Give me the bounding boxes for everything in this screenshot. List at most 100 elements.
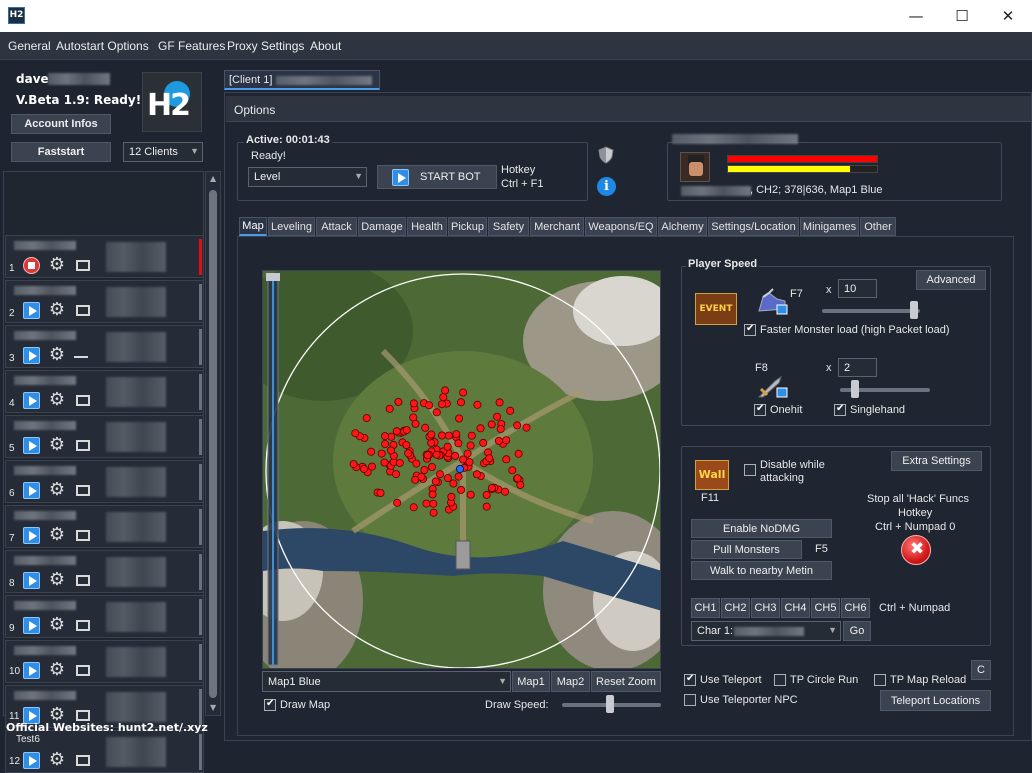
mode-select[interactable]: Level ▼ bbox=[248, 167, 367, 187]
menu-proxy-settings[interactable]: Proxy Settings bbox=[227, 39, 304, 53]
scroll-up-icon[interactable]: ▲ bbox=[210, 174, 216, 183]
gear-icon[interactable]: ⚙ bbox=[48, 301, 66, 319]
draw-map-checkbox[interactable] bbox=[264, 698, 276, 714]
onehit-checkbox[interactable] bbox=[754, 403, 766, 419]
tab-pickup[interactable]: Pickup bbox=[448, 217, 487, 236]
minimize-window-icon[interactable] bbox=[74, 356, 88, 358]
reset-zoom-button[interactable]: Reset Zoom bbox=[591, 671, 661, 692]
walk-metin-button[interactable]: Walk to nearby Metin bbox=[691, 561, 832, 580]
play-icon[interactable] bbox=[23, 482, 40, 499]
tab-other[interactable]: Other bbox=[860, 217, 896, 236]
speed1-slider-thumb[interactable] bbox=[910, 301, 918, 319]
channel-ch2-button[interactable]: CH2 bbox=[721, 598, 750, 618]
client-row[interactable]: 3 ⚙ bbox=[5, 325, 204, 368]
channel-ch4-button[interactable]: CH4 bbox=[781, 598, 810, 618]
play-icon[interactable] bbox=[23, 662, 40, 679]
play-icon[interactable] bbox=[23, 617, 40, 634]
play-icon[interactable] bbox=[23, 572, 40, 589]
tab-merchant[interactable]: Merchant bbox=[530, 217, 584, 236]
tab-minigames[interactable]: Minigames bbox=[800, 217, 859, 236]
c-button[interactable]: C bbox=[971, 660, 991, 680]
window-icon[interactable] bbox=[76, 305, 90, 316]
client-row[interactable]: 9 ⚙ bbox=[5, 595, 204, 638]
minimize-button[interactable]: — bbox=[893, 2, 939, 30]
tab-safety[interactable]: Safety bbox=[488, 217, 529, 236]
play-icon[interactable] bbox=[23, 437, 40, 454]
speed2-input[interactable]: 2 bbox=[838, 358, 877, 377]
play-icon[interactable] bbox=[23, 347, 40, 364]
window-icon[interactable] bbox=[76, 395, 90, 406]
window-icon[interactable] bbox=[76, 710, 90, 721]
tab-alchemy[interactable]: Alchemy bbox=[658, 217, 707, 236]
faster-monster-checkbox[interactable] bbox=[744, 323, 756, 339]
map1-button[interactable]: Map1 bbox=[512, 671, 550, 692]
gear-icon[interactable]: ⚙ bbox=[48, 616, 66, 634]
channel-ch5-button[interactable]: CH5 bbox=[811, 598, 840, 618]
window-icon[interactable] bbox=[76, 755, 90, 766]
window-icon[interactable] bbox=[76, 620, 90, 631]
singlehand-checkbox[interactable] bbox=[834, 403, 846, 419]
use-teleporter-npc-checkbox[interactable] bbox=[684, 694, 696, 709]
window-icon[interactable] bbox=[76, 530, 90, 541]
maximize-button[interactable]: ☐ bbox=[939, 2, 985, 30]
gear-icon[interactable]: ⚙ bbox=[48, 346, 66, 364]
clients-select[interactable]: 12 Clients ▼ bbox=[123, 142, 203, 162]
menu-autostart-options[interactable]: Autostart Options bbox=[56, 39, 149, 53]
info-icon[interactable]: i bbox=[597, 177, 616, 196]
client-row[interactable]: 1 ⚙ bbox=[5, 235, 204, 278]
map-select[interactable]: Map1 Blue ▼ bbox=[262, 671, 511, 692]
account-infos-button[interactable]: Account Infos bbox=[11, 114, 111, 134]
extra-settings-button[interactable]: Extra Settings bbox=[891, 451, 982, 471]
tab-damage[interactable]: Damage bbox=[358, 217, 406, 236]
speed1-slider[interactable] bbox=[822, 309, 920, 313]
pull-monsters-button[interactable]: Pull Monsters bbox=[691, 540, 802, 559]
channel-ch1-button[interactable]: CH1 bbox=[691, 598, 720, 618]
menu-gf-features[interactable]: GF Features bbox=[158, 39, 225, 53]
window-icon[interactable] bbox=[76, 665, 90, 676]
client-row[interactable]: 10 ⚙ bbox=[5, 640, 204, 683]
client-row[interactable]: 8 ⚙ bbox=[5, 550, 204, 593]
scrollbar-thumb[interactable] bbox=[209, 190, 217, 698]
enable-nodmg-button[interactable]: Enable NoDMG bbox=[691, 519, 832, 538]
speed1-input[interactable]: 10 bbox=[838, 279, 877, 298]
menu-about[interactable]: About bbox=[310, 39, 341, 53]
start-bot-button[interactable]: START BOT bbox=[377, 165, 497, 189]
play-icon[interactable] bbox=[23, 392, 40, 409]
gear-icon[interactable]: ⚙ bbox=[48, 661, 66, 679]
tab-leveling[interactable]: Leveling bbox=[268, 217, 315, 236]
scroll-down-icon[interactable]: ▼ bbox=[210, 703, 216, 712]
close-window-button[interactable]: ✕ bbox=[985, 2, 1031, 30]
window-icon[interactable] bbox=[76, 485, 90, 496]
window-icon[interactable] bbox=[76, 440, 90, 451]
character-select[interactable]: Char 1: ▼ bbox=[691, 621, 841, 641]
faststart-button[interactable]: Faststart bbox=[11, 142, 111, 162]
minimap[interactable] bbox=[262, 270, 661, 669]
window-icon[interactable] bbox=[76, 260, 90, 271]
client-list-scrollbar[interactable]: ▲ ▼ bbox=[205, 171, 221, 716]
client-row[interactable]: 6 ⚙ bbox=[5, 460, 204, 503]
stop-icon[interactable] bbox=[23, 257, 40, 274]
tab-weapons-eq[interactable]: Weapons/EQ bbox=[585, 217, 657, 236]
play-icon[interactable] bbox=[23, 752, 40, 769]
map2-button[interactable]: Map2 bbox=[551, 671, 590, 692]
gear-icon[interactable]: ⚙ bbox=[48, 256, 66, 274]
channel-ch3-button[interactable]: CH3 bbox=[751, 598, 780, 618]
gear-icon[interactable]: ⚙ bbox=[48, 391, 66, 409]
stop-all-button[interactable]: ✖ bbox=[901, 535, 931, 565]
draw-speed-slider-thumb[interactable] bbox=[606, 695, 614, 713]
client-row[interactable]: 2 ⚙ bbox=[5, 280, 204, 323]
tp-map-reload-checkbox[interactable] bbox=[874, 674, 886, 689]
speed2-slider-thumb[interactable] bbox=[851, 380, 859, 398]
client-row[interactable]: 7 ⚙ bbox=[5, 505, 204, 548]
tab-attack[interactable]: Attack bbox=[316, 217, 357, 236]
menu-general[interactable]: General bbox=[8, 39, 51, 53]
advanced-button[interactable]: Advanced bbox=[916, 270, 986, 290]
gear-icon[interactable]: ⚙ bbox=[48, 526, 66, 544]
window-icon[interactable] bbox=[76, 575, 90, 586]
gear-icon[interactable]: ⚙ bbox=[48, 436, 66, 454]
client-row[interactable]: Test6 12 ⚙ bbox=[5, 730, 204, 773]
teleport-locations-button[interactable]: Teleport Locations bbox=[880, 690, 991, 711]
disable-while-attacking-checkbox[interactable] bbox=[744, 464, 756, 479]
shield-icon[interactable] bbox=[597, 146, 615, 164]
channel-ch6-button[interactable]: CH6 bbox=[841, 598, 870, 618]
